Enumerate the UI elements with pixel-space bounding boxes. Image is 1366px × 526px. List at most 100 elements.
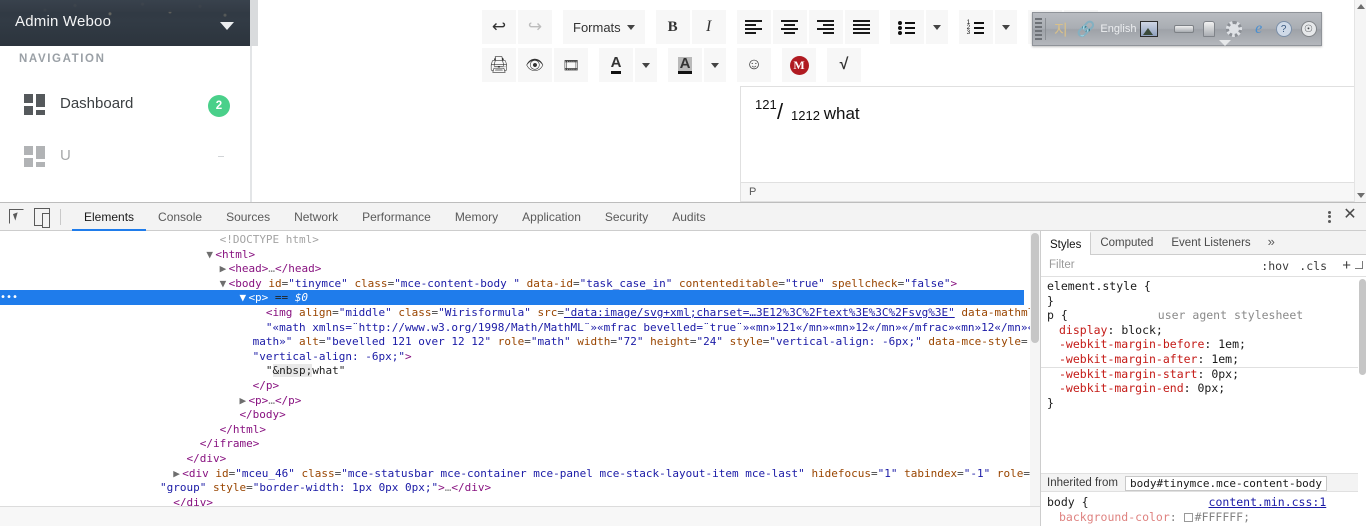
new-style-rule-button[interactable]: + [1342,257,1351,274]
ime-language-label[interactable]: English [1098,14,1136,44]
sidebar-item-dashboard[interactable]: Dashboard 2 [0,84,250,128]
dom-node-line[interactable]: ▼ <p> == $0 [239,291,308,306]
selected-dom-node[interactable] [0,290,1024,306]
page-scrollbar[interactable] [1354,0,1366,202]
dom-node-line[interactable]: </html> [220,423,266,438]
class-toggle[interactable]: .cls [1299,259,1327,273]
link-icon[interactable]: 🔗 [1073,14,1098,44]
dom-node-line[interactable]: ▼ <body id="tinymce" class="mce-content-b… [220,277,958,292]
selected-node-marker[interactable]: ••• [0,290,18,306]
bullet-list-button[interactable] [889,10,924,44]
ime-expand-caret[interactable] [1219,40,1231,46]
css-rule-selector[interactable]: p {user agent stylesheet [1047,308,1303,323]
align-center-button[interactable] [772,10,807,44]
css-declaration[interactable]: -webkit-margin-before: 1em; [1059,337,1246,352]
print-button[interactable]: 🖨 [482,48,516,82]
background-color-dropdown[interactable] [704,48,726,82]
keyboard-icon[interactable] [1171,14,1196,44]
mathtype-button[interactable]: M [782,48,816,82]
chevron-down-icon[interactable] [220,22,234,30]
dom-node-line[interactable]: </iframe> [200,437,260,452]
css-rule-selector[interactable]: body {content.min.css:1 [1047,495,1326,510]
text-color-button[interactable]: A [599,48,633,82]
bullet-list-dropdown[interactable] [925,10,948,44]
image-mode-icon[interactable] [1136,14,1161,44]
dom-node-line[interactable]: "vertical-align: -6px;"> [253,350,412,365]
dom-node-line[interactable]: ▶ <div id="mceu_46" class="mce-statusbar … [173,467,1030,482]
numbered-list-button[interactable]: 1 2 3 [958,10,993,44]
info-icon[interactable]: ☉ [1296,14,1321,44]
redo-button[interactable]: ↪ [518,10,552,44]
tab-sources[interactable]: Sources [214,203,282,231]
dom-node-line[interactable]: <!DOCTYPE html> [220,233,319,248]
italic-button[interactable]: I [691,10,726,44]
tab-audits[interactable]: Audits [660,203,717,231]
styles-scrollbar[interactable] [1358,277,1366,526]
editor-paragraph[interactable]: 121 / 1212 what [755,97,860,125]
undo-button[interactable]: ↩ [482,10,516,44]
media-button[interactable]: 🎞 [554,48,588,82]
ime-language-bar[interactable]: 지 🔗 English e ? ☉ [1032,12,1322,46]
sidebar-user-header[interactable]: Admin Weboo [0,0,250,46]
dom-node-line[interactable]: </body> [239,408,285,423]
han-character-icon[interactable]: 지 [1048,14,1073,44]
numbered-list-dropdown[interactable] [994,10,1017,44]
css-declaration[interactable]: background-color: #FFFFFF; [1059,510,1250,525]
css-declaration[interactable]: display: block; [1059,323,1163,338]
tab-security[interactable]: Security [593,203,660,231]
text-color-dropdown[interactable] [635,48,657,82]
dom-scrollbar[interactable] [1030,231,1040,526]
tab-application[interactable]: Application [510,203,593,231]
more-options-icon[interactable] [1322,209,1336,225]
scroll-up-icon[interactable] [1357,4,1365,9]
dom-node-line[interactable]: ▶ <p>…</p> [239,394,301,409]
tool-icon[interactable] [1196,14,1221,44]
align-justify-button[interactable] [844,10,879,44]
inherited-selector[interactable]: body#tinymce.mce-content-body [1125,476,1328,491]
dom-node-line[interactable]: </div> [186,452,226,467]
internet-explorer-icon[interactable]: e [1246,14,1271,44]
more-tabs-icon[interactable]: » [1260,231,1283,255]
help-icon[interactable]: ? [1271,14,1296,44]
dom-node-line[interactable]: "group" style="border-width: 1px 0px 0px… [160,481,491,496]
tab-styles[interactable]: Styles [1041,231,1092,255]
close-devtools-icon[interactable]: ✕ [1342,207,1358,224]
css-declaration[interactable]: -webkit-margin-start: 0px; [1059,367,1239,382]
preview-button[interactable]: 👁 [518,48,552,82]
dom-tree-pane[interactable]: <!DOCTYPE html> ▼ <html> ▶ <head>…</head> ▼ <b… [0,231,1040,526]
formats-dropdown[interactable]: Formats [563,10,645,44]
css-rule-close[interactable]: } [1047,294,1054,309]
tab-network[interactable]: Network [282,203,350,231]
scrollbar-thumb[interactable] [1031,233,1039,343]
sidebar-item-users[interactable]: U [0,136,250,180]
css-declaration[interactable]: -webkit-margin-end: 0px; [1059,381,1225,396]
emoticon-button[interactable]: ☺ [737,48,771,82]
tab-console[interactable]: Console [146,203,214,231]
filter-input[interactable]: Filter [1049,259,1075,271]
chemtype-button[interactable]: √ [827,48,861,82]
dom-node-line[interactable]: ▼ <html> [206,248,255,263]
breadcrumb[interactable] [0,506,1040,526]
dom-node-line[interactable]: "«math xmlns=¨http://www.w3.org/1998/Mat… [266,321,1040,336]
hover-state-toggle[interactable]: :hov [1261,259,1289,273]
styles-rules-list[interactable]: element.style {} p {user agent stylesheet… [1041,277,1366,526]
align-left-button[interactable] [736,10,771,44]
drag-handle[interactable] [1035,18,1042,40]
css-declaration[interactable]: -webkit-margin-after: 1em; [1059,352,1239,367]
editor-content-area[interactable]: 121 / 1212 what [740,86,1366,182]
tab-elements[interactable]: Elements [72,203,147,231]
device-toolbar-icon[interactable] [34,208,50,228]
align-right-button[interactable] [808,10,843,44]
tab-memory[interactable]: Memory [443,203,510,231]
dom-node-line[interactable]: <img align="middle" class="Wirisformula"… [266,306,1040,321]
scrollbar-thumb[interactable] [1359,279,1366,375]
dom-node-line[interactable]: </p> [253,379,280,394]
css-rule-selector[interactable]: element.style { [1047,279,1151,294]
dom-node-line[interactable]: math»" alt="bevelled 121 over 12 12" rol… [253,335,1028,350]
tab-performance[interactable]: Performance [350,203,443,231]
css-rule-close[interactable]: } [1047,396,1054,411]
background-color-button[interactable]: A [668,48,702,82]
tab-event-listeners[interactable]: Event Listeners [1162,231,1259,255]
scroll-down-icon[interactable] [1357,193,1365,198]
bold-button[interactable]: B [655,10,690,44]
